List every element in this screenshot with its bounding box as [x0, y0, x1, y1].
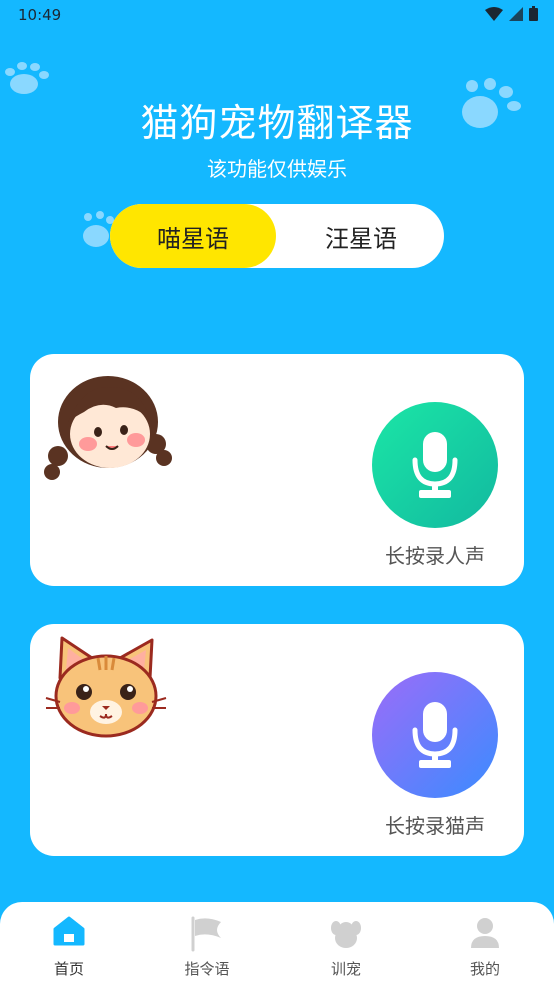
language-toggle: 喵星语 汪星语 — [110, 204, 444, 268]
nav-label-commands: 指令语 — [184, 960, 230, 978]
nav-label-training: 训宠 — [330, 960, 361, 978]
cat-record-card: 长按录猫声 — [30, 624, 524, 856]
human-record-card: 长按录人声 — [30, 354, 524, 586]
toggle-dog-language[interactable]: 汪星语 — [278, 204, 444, 268]
status-time: 10:49 — [18, 6, 62, 24]
page-title: 猫狗宠物翻译器 — [140, 101, 414, 145]
nav-item-training[interactable]: 训宠 — [277, 902, 415, 984]
cat-avatar-icon — [45, 636, 167, 738]
home-icon — [53, 916, 85, 946]
girl-avatar-icon — [44, 376, 172, 480]
user-icon — [471, 918, 499, 948]
microphone-icon — [412, 432, 458, 498]
battery-icon — [529, 6, 538, 21]
nav-label-profile: 我的 — [469, 960, 500, 978]
status-bar: 10:49 — [0, 0, 554, 32]
signal-icon — [509, 6, 523, 21]
bottom-nav: 首页 指令语 训宠 我的 — [0, 902, 554, 984]
record-cat-voice-button[interactable] — [372, 672, 498, 798]
record-human-label: 长按录人声 — [385, 544, 485, 568]
dog-icon — [331, 921, 361, 948]
paw-decoration-icon — [5, 62, 49, 94]
page-subtitle: 该功能仅供娱乐 — [207, 157, 347, 181]
status-icons — [485, 6, 538, 21]
nav-item-profile[interactable]: 我的 — [416, 902, 554, 984]
nav-label-home: 首页 — [53, 960, 84, 978]
record-cat-label: 长按录猫声 — [385, 814, 485, 838]
nav-item-commands[interactable]: 指令语 — [138, 902, 276, 984]
microphone-icon — [412, 702, 458, 768]
record-human-voice-button[interactable] — [372, 402, 498, 528]
wifi-icon — [485, 6, 503, 21]
toggle-cat-language[interactable]: 喵星语 — [110, 204, 276, 268]
nav-item-home[interactable]: 首页 — [0, 902, 138, 984]
flag-icon — [191, 916, 221, 952]
